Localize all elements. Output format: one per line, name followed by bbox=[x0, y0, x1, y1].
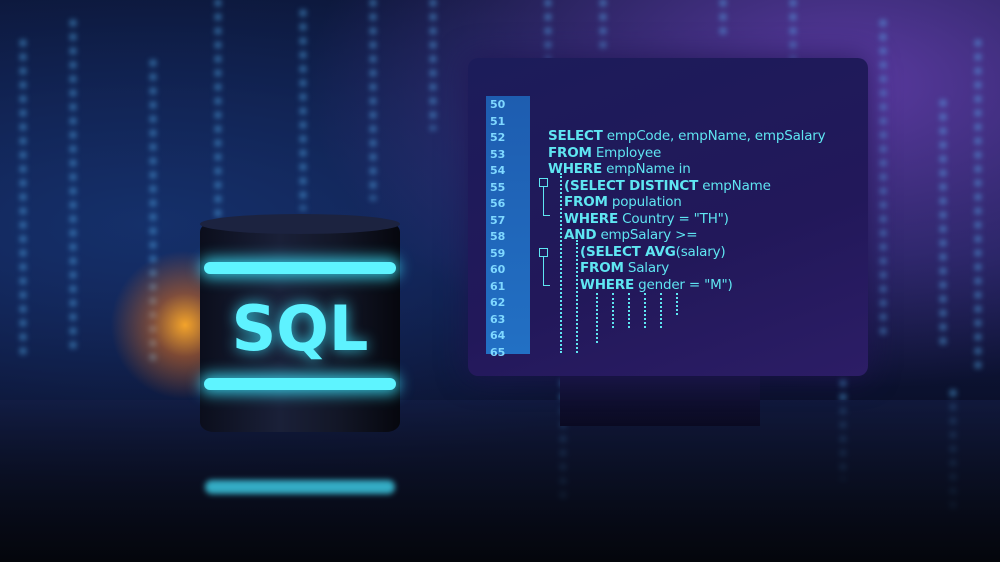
fold-line bbox=[543, 257, 550, 286]
fold-collapse-icon[interactable] bbox=[539, 248, 548, 257]
glow-reflection bbox=[205, 480, 395, 494]
code-line: SELECT empCode, empName, empSalary bbox=[548, 128, 826, 144]
line-number: 55 bbox=[490, 180, 506, 194]
indent-guide bbox=[612, 293, 614, 328]
data-stream bbox=[545, 0, 551, 60]
code-text: population bbox=[607, 194, 682, 210]
line-number: 54 bbox=[490, 164, 506, 177]
line-number: 63 bbox=[490, 312, 506, 326]
code-line: WHERE gender = "M") bbox=[580, 277, 733, 293]
data-stream bbox=[790, 0, 796, 60]
sql-keyword: WHERE bbox=[548, 161, 603, 177]
code-line: (SELECT DISTINCT empName bbox=[564, 178, 771, 194]
indent-guide bbox=[660, 293, 662, 328]
line-number: 65 bbox=[490, 345, 506, 359]
data-stream bbox=[880, 20, 886, 340]
code-text: (salary) bbox=[675, 243, 726, 260]
monitor-stand bbox=[560, 376, 760, 426]
code-text: empCode, empName, empSalary bbox=[602, 128, 826, 144]
data-stream bbox=[20, 40, 26, 360]
sql-keyword: FROM bbox=[548, 144, 592, 161]
fold-line bbox=[543, 187, 550, 216]
fold-collapse-icon[interactable] bbox=[539, 178, 548, 187]
data-stream bbox=[300, 10, 306, 210]
data-stream bbox=[720, 0, 726, 40]
glow-ring bbox=[204, 262, 396, 274]
indent-guide bbox=[576, 240, 578, 353]
data-stream bbox=[975, 40, 981, 370]
database-top bbox=[200, 214, 400, 234]
data-stream bbox=[600, 0, 606, 55]
code-text: empSalary >= bbox=[596, 227, 698, 243]
indent-guide bbox=[628, 293, 630, 328]
code-text: gender = "M") bbox=[634, 276, 733, 293]
line-number: 53 bbox=[490, 147, 506, 161]
line-number: 59 bbox=[490, 246, 506, 260]
sql-keyword: (SELECT DISTINCT bbox=[564, 177, 699, 194]
line-number: 62 bbox=[490, 296, 506, 309]
line-number: 52 bbox=[490, 131, 506, 144]
line-number: 61 bbox=[490, 279, 506, 293]
floor bbox=[0, 400, 1000, 562]
line-number: 58 bbox=[490, 230, 506, 243]
code-monitor: 50 51 52 53 54 55 56 57 58 59 60 61 62 63 64 65 SELECT e… bbox=[468, 58, 868, 376]
sql-keyword: FROM bbox=[580, 260, 624, 276]
code-line: AND empSalary >= bbox=[564, 227, 698, 243]
code-line: FROM Salary bbox=[580, 260, 669, 276]
code-text: Employee bbox=[591, 144, 662, 161]
line-number: 64 bbox=[490, 329, 506, 342]
database-label: SQL bbox=[231, 292, 369, 365]
line-number: 60 bbox=[490, 263, 506, 276]
code-text: Salary bbox=[623, 260, 670, 276]
data-stream bbox=[940, 100, 946, 350]
code-line: (SELECT AVG(salary) bbox=[580, 243, 726, 260]
data-stream bbox=[70, 20, 76, 350]
data-stream bbox=[370, 0, 376, 200]
sql-keyword: FROM bbox=[564, 194, 608, 210]
code-line: FROM population bbox=[564, 194, 682, 210]
glow-ring bbox=[204, 378, 396, 390]
code-line: WHERE Country = "TH") bbox=[564, 211, 729, 227]
indent-guide bbox=[676, 293, 678, 315]
line-number: 56 bbox=[490, 197, 506, 210]
indent-guide bbox=[596, 293, 598, 343]
sql-keyword: (SELECT AVG bbox=[580, 243, 676, 260]
data-stream bbox=[430, 0, 436, 130]
code-line: WHERE empName in bbox=[548, 161, 691, 177]
database-cylinder: SQL bbox=[200, 214, 400, 432]
sql-keyword: SELECT bbox=[548, 128, 603, 144]
code-line: FROM Employee bbox=[548, 145, 661, 161]
code-text: Country = "TH") bbox=[618, 210, 729, 227]
line-number: 51 bbox=[490, 114, 506, 128]
code-text: empName in bbox=[602, 161, 691, 177]
sql-keyword: AND bbox=[564, 227, 597, 243]
code-text: empName bbox=[698, 177, 771, 194]
sql-keyword: WHERE bbox=[580, 276, 635, 293]
indent-guide bbox=[644, 293, 646, 328]
line-number: 57 bbox=[490, 213, 506, 227]
sql-keyword: WHERE bbox=[564, 210, 619, 227]
line-number: 50 bbox=[490, 98, 506, 111]
indent-guide bbox=[560, 173, 562, 353]
